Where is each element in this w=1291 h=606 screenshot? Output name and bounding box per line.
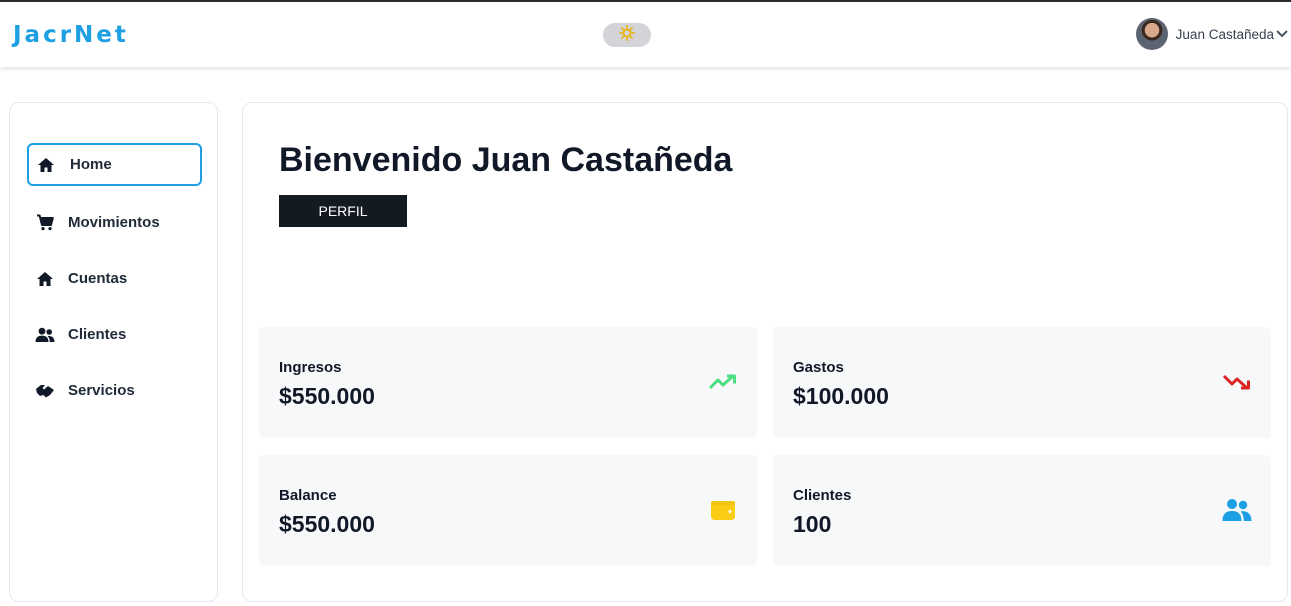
avatar[interactable] xyxy=(1135,18,1168,50)
sidebar-item-clientes[interactable]: Clientes xyxy=(27,313,202,356)
trending-up-icon xyxy=(707,367,739,397)
sidebar-item-servicios[interactable]: Servicios xyxy=(27,369,202,412)
cart-icon xyxy=(35,214,55,232)
sidebar-item-label: Cuentas xyxy=(68,270,128,287)
user-name[interactable]: Juan Castañeda xyxy=(1176,27,1274,42)
home-icon xyxy=(36,156,56,174)
sidebar-item-cuentas[interactable]: Cuentas xyxy=(27,257,202,300)
sidebar-item-home[interactable]: Home xyxy=(27,143,202,186)
stat-card-ingresos: Ingresos $550.000 xyxy=(259,327,757,438)
wallet-icon xyxy=(707,495,739,525)
sidebar-item-label: Clientes xyxy=(68,326,127,343)
chevron-down-icon[interactable] xyxy=(1275,29,1289,39)
profile-button[interactable]: PERFIL xyxy=(279,195,407,227)
page-title: Bienvenido Juan Castañeda xyxy=(279,141,733,179)
brand-logo[interactable]: JacrNet xyxy=(13,22,129,48)
stat-value: 100 xyxy=(793,511,832,537)
sidebar-item-label: Home xyxy=(70,156,112,173)
sidebar: Home Movimientos Cuentas Clientes Servic… xyxy=(9,102,218,602)
users-icon xyxy=(35,326,55,344)
stat-value: $550.000 xyxy=(279,511,375,537)
stat-card-clientes: Clientes 100 xyxy=(773,455,1271,566)
stat-label: Balance xyxy=(279,487,337,504)
sidebar-item-label: Servicios xyxy=(68,382,135,399)
home-icon xyxy=(35,270,55,288)
sidebar-item-movimientos[interactable]: Movimientos xyxy=(27,201,202,244)
stat-label: Ingresos xyxy=(279,359,342,376)
user-menu[interactable]: Juan Castañeda xyxy=(1135,17,1291,51)
users-icon xyxy=(1221,495,1253,525)
trending-down-icon xyxy=(1221,367,1253,397)
sidebar-item-label: Movimientos xyxy=(68,214,160,231)
stat-label: Gastos xyxy=(793,359,844,376)
handshake-icon xyxy=(35,382,55,400)
sun-icon xyxy=(619,24,635,46)
stat-value: $550.000 xyxy=(279,383,375,409)
stat-label: Clientes xyxy=(793,487,852,504)
top-bar: JacrNet Juan Castañeda xyxy=(0,0,1291,67)
main-panel: Bienvenido Juan Castañeda PERFIL Ingreso… xyxy=(242,102,1288,602)
stat-value: $100.000 xyxy=(793,383,889,409)
stat-card-balance: Balance $550.000 xyxy=(259,455,757,566)
stat-card-gastos: Gastos $100.000 xyxy=(773,327,1271,438)
theme-toggle[interactable] xyxy=(603,23,651,47)
